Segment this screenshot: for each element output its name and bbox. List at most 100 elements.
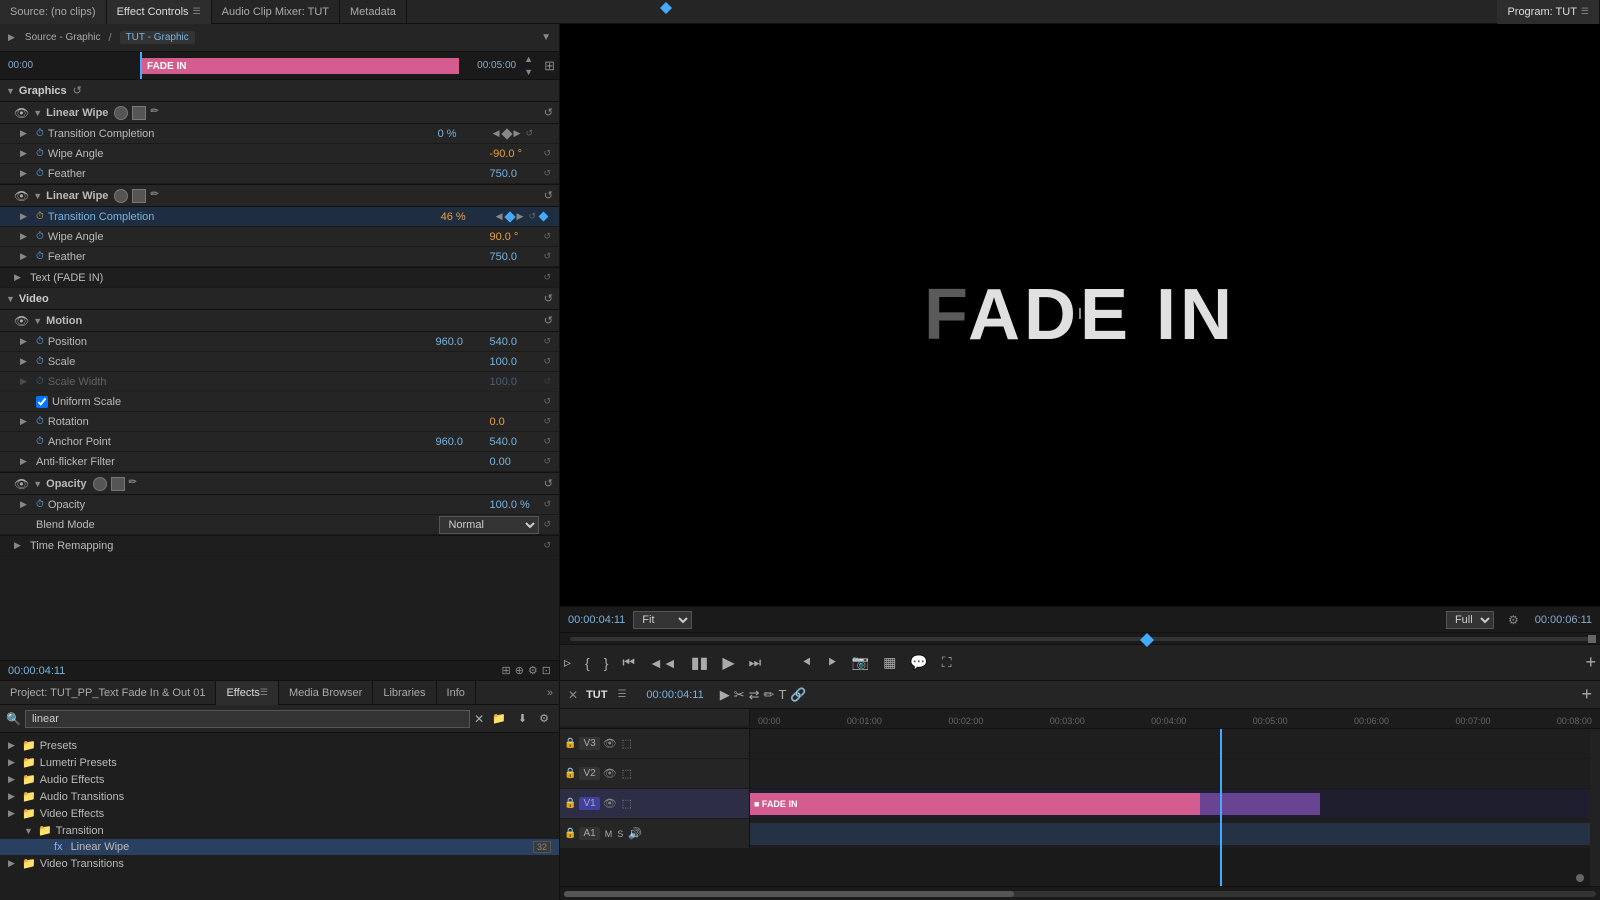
pos-reset[interactable]: ↺ <box>543 336 551 347</box>
scroll-down-btn[interactable]: ▼ <box>524 67 540 77</box>
lw2-pen-icon[interactable]: ✏ <box>150 189 158 203</box>
transition-subfolder[interactable]: ▼ 📁 Transition <box>0 822 559 839</box>
tc1-value[interactable]: 0 % <box>438 128 488 140</box>
wa1-value[interactable]: -90.0 ° <box>489 148 539 160</box>
motion-eye[interactable]: 👁 <box>14 314 29 328</box>
stop-btn[interactable]: ▮▮ <box>687 651 713 675</box>
tl-select-tool[interactable]: ▶ <box>720 687 730 703</box>
uniform-scale-checkbox[interactable] <box>36 396 48 408</box>
op-square-icon[interactable] <box>111 477 125 491</box>
ap-reset[interactable]: ↺ <box>543 436 551 447</box>
tc1-prev-kf[interactable]: ◀ <box>492 128 501 139</box>
quality-dropdown[interactable]: Full 1/2 1/4 <box>1446 611 1494 629</box>
pos-toggle[interactable]: ▶ <box>20 336 32 347</box>
opv-stopwatch[interactable]: ⏱ <box>36 499 44 510</box>
effect-timeline-ruler[interactable]: FADE IN <box>41 52 469 79</box>
timeline-time-display[interactable]: 00:00:04:11 <box>646 689 703 701</box>
tc2-toggle[interactable]: ▶ <box>20 211 32 222</box>
presets-folder[interactable]: ▶ 📁 Presets <box>0 737 559 754</box>
tc1-next-kf[interactable]: ▶ <box>513 128 522 139</box>
add-marker-btn[interactable]: } <box>600 653 613 673</box>
linear-wipe-2-header[interactable]: 👁 ▼ Linear Wipe ✏ ↺ <box>0 185 559 207</box>
timeline-ruler[interactable]: 00:00 00:01:00 00:02:00 00:03:00 00:04:0… <box>560 709 1600 729</box>
rot-toggle[interactable]: ▶ <box>20 416 32 427</box>
add-to-queue-btn[interactable]: + <box>1581 650 1600 675</box>
lw2-circle-icon[interactable] <box>114 189 128 203</box>
lw2-reset[interactable]: ↺ <box>544 189 553 202</box>
step-fwd-btn[interactable]: ⏭ <box>745 652 766 673</box>
aff-val[interactable]: 0.00 <box>489 456 539 468</box>
tl-pen-tool[interactable]: ✏ <box>764 687 775 703</box>
wa2-value[interactable]: 90.0 ° <box>489 231 539 243</box>
pos-val1[interactable]: 960.0 <box>435 336 485 348</box>
a1-lock[interactable]: 🔒 <box>564 828 576 839</box>
tl-type-tool[interactable]: T <box>778 687 786 703</box>
pos-val2[interactable]: 540.0 <box>489 336 539 348</box>
f2-reset[interactable]: ↺ <box>543 251 551 262</box>
opv-val[interactable]: 100.0 % <box>489 499 539 511</box>
lw2-square-icon[interactable] <box>132 189 146 203</box>
tr-toggle[interactable]: ▶ <box>14 540 26 551</box>
search-clear-btn[interactable]: ✕ <box>474 712 484 726</box>
tc1-kf-diamond[interactable] <box>501 128 512 139</box>
f1-toggle[interactable]: ▶ <box>20 168 32 179</box>
new-folder-btn[interactable]: 📁 <box>488 710 510 727</box>
video-reset[interactable]: ↺ <box>544 292 553 305</box>
v2-lock[interactable]: 🔒 <box>564 768 576 779</box>
us-reset[interactable]: ↺ <box>543 396 551 407</box>
add-keyframe-icon[interactable]: ⊕ <box>515 664 524 677</box>
lw1-pen-icon[interactable]: ✏ <box>150 106 158 120</box>
scale-stopwatch[interactable]: ⏱ <box>36 356 44 367</box>
import-btn[interactable]: ⬇ <box>514 710 531 727</box>
a1-m[interactable]: M <box>605 829 613 839</box>
step-back-btn[interactable]: ⏮ <box>618 652 639 673</box>
scroll-up-btn[interactable]: ▲ <box>524 54 540 64</box>
v2-solo[interactable]: ⬚ <box>622 767 632 780</box>
v3-lock[interactable]: 🔒 <box>564 738 576 749</box>
op-circle-icon[interactable] <box>93 477 107 491</box>
tab-source[interactable]: Source: (no clips) <box>0 0 107 24</box>
v1-eye[interactable]: 👁 <box>603 797 617 810</box>
aff-toggle[interactable]: ▶ <box>20 456 32 467</box>
opacity-eye[interactable]: 👁 <box>14 477 29 491</box>
lw1-square-icon[interactable] <box>132 106 146 120</box>
op-pen-icon[interactable]: ✏ <box>129 477 137 491</box>
f2-toggle[interactable]: ▶ <box>20 251 32 262</box>
insert-btn[interactable]: ⯇ <box>797 652 816 673</box>
bm-reset[interactable]: ↺ <box>543 519 551 530</box>
effects-settings-btn[interactable]: ⚙ <box>535 710 553 727</box>
tc2-kf-diamond[interactable] <box>504 211 515 222</box>
opacity-header[interactable]: 👁 ▼ Opacity ✏ ↺ <box>0 473 559 495</box>
mark-in-btn[interactable]: ▹ <box>560 652 575 673</box>
ap-val2[interactable]: 540.0 <box>489 436 539 448</box>
opv-reset[interactable]: ↺ <box>543 499 551 510</box>
blend-mode-select[interactable]: Normal Multiply Screen Overlay <box>439 516 539 534</box>
tl-link-btn[interactable]: 🔗 <box>790 687 806 703</box>
ap-val1[interactable]: 960.0 <box>435 436 485 448</box>
effects-search-input[interactable] <box>25 710 470 728</box>
project-tab[interactable]: Project: TUT_PP_Text Fade In & Out 01 <box>0 681 216 705</box>
lw1-reset[interactable]: ↺ <box>544 106 553 119</box>
fit-dropdown[interactable]: Fit 25% 50% 100% <box>633 611 692 629</box>
source-arrow[interactable]: ▶ <box>8 32 15 43</box>
wa2-toggle[interactable]: ▶ <box>20 231 32 242</box>
f2-value[interactable]: 750.0 <box>489 251 539 263</box>
f1-reset[interactable]: ↺ <box>543 168 551 179</box>
v1-solo[interactable]: ⬚ <box>622 797 632 810</box>
graphics-section-header[interactable]: ▼ Graphics ↺ <box>0 80 559 102</box>
media-browser-tab[interactable]: Media Browser <box>279 681 373 705</box>
tl-slip-tool[interactable]: ⇄ <box>749 687 760 703</box>
tr-reset[interactable]: ↺ <box>543 540 551 551</box>
text-reset[interactable]: ↺ <box>543 272 551 283</box>
linear-wipe-1-header[interactable]: 👁 ▼ Linear Wipe ✏ ↺ <box>0 102 559 124</box>
tab-effect-controls[interactable]: Effect Controls ☰ <box>107 0 212 24</box>
rot-stopwatch[interactable]: ⏱ <box>36 416 44 427</box>
rot-reset[interactable]: ↺ <box>543 416 551 427</box>
video-section-header[interactable]: ▼ Video ↺ <box>0 288 559 310</box>
tc2-reset[interactable]: ↺ <box>528 211 536 222</box>
op-reset[interactable]: ↺ <box>544 477 553 490</box>
libraries-tab[interactable]: Libraries <box>373 681 436 705</box>
audio-effects-folder[interactable]: ▶ 📁 Audio Effects <box>0 771 559 788</box>
f2-stopwatch[interactable]: ⏱ <box>36 251 44 262</box>
pos-stopwatch[interactable]: ⏱ <box>36 336 44 347</box>
